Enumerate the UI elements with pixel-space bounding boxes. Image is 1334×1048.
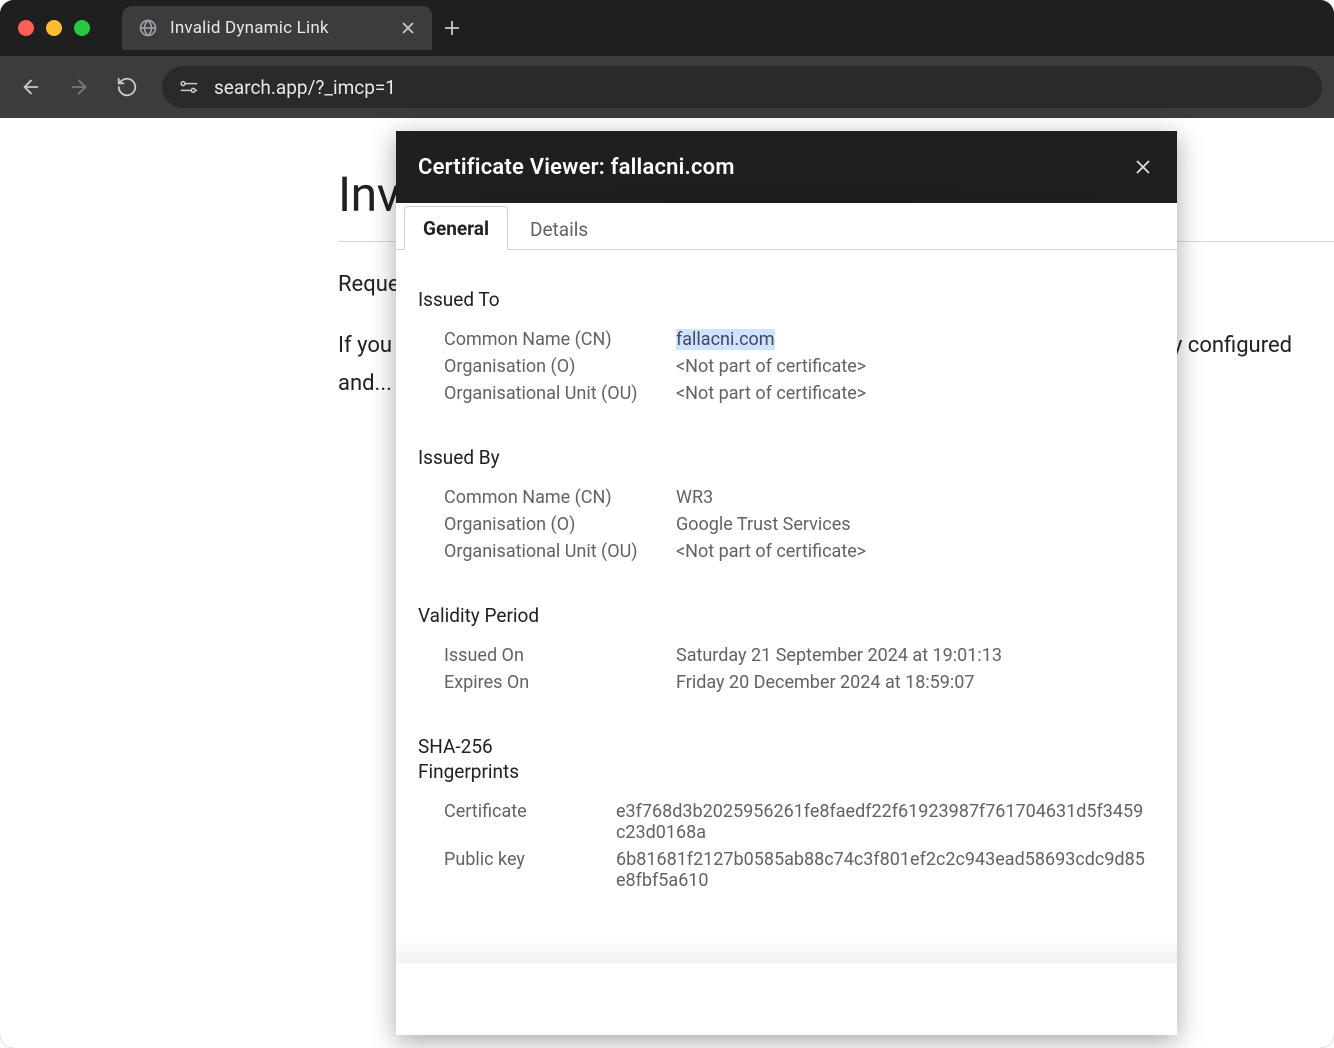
cert-fp-label: Certificate <box>444 801 616 843</box>
globe-icon <box>138 18 158 38</box>
fingerprints-heading: Fingerprints <box>418 760 1149 783</box>
forward-button[interactable] <box>60 68 98 106</box>
validity-heading: Validity Period <box>418 604 1149 627</box>
issued-by-heading: Issued By <box>418 446 1149 469</box>
cn-value: WR3 <box>676 487 1149 508</box>
ou-value: <Not part of certificate> <box>676 383 1149 404</box>
window-maximize-button[interactable] <box>74 20 90 36</box>
sha256-heading: SHA-256 <box>418 735 1149 758</box>
cert-body: Issued To Common Name (CN) fallacni.com … <box>396 250 1177 937</box>
close-icon[interactable] <box>398 18 418 38</box>
o-value: Google Trust Services <box>676 514 1149 535</box>
o-label: Organisation (O) <box>444 356 676 377</box>
close-icon[interactable] <box>1129 153 1157 181</box>
issued-on-value: Saturday 21 September 2024 at 19:01:13 <box>676 645 1149 666</box>
cert-title: Certificate Viewer: fallacni.com <box>418 155 735 180</box>
o-label: Organisation (O) <box>444 514 676 535</box>
ou-value: <Not part of certificate> <box>676 541 1149 562</box>
issued-to-heading: Issued To <box>418 288 1149 311</box>
expires-on-value: Friday 20 December 2024 at 18:59:07 <box>676 672 1149 693</box>
ou-label: Organisational Unit (OU) <box>444 541 676 562</box>
cn-label: Common Name (CN) <box>444 487 676 508</box>
address-bar[interactable]: search.app/?_imcp=1 <box>162 66 1322 108</box>
cert-header: Certificate Viewer: fallacni.com <box>396 131 1177 203</box>
cn-label: Common Name (CN) <box>444 329 676 350</box>
reload-button[interactable] <box>108 68 146 106</box>
pubkey-fp-label: Public key <box>444 849 616 891</box>
new-tab-button[interactable] <box>432 19 472 37</box>
cert-tabs: General Details <box>396 203 1177 250</box>
pubkey-fp-value: 6b81681f2127b0585ab88c74c3f801ef2c2c943e… <box>616 849 1149 891</box>
window-close-button[interactable] <box>18 20 34 36</box>
cert-fp-value: e3f768d3b2025956261fe8faedf22f61923987f7… <box>616 801 1149 843</box>
issued-on-label: Issued On <box>444 645 676 666</box>
certificate-viewer: Certificate Viewer: fallacni.com General… <box>396 131 1177 1035</box>
tab-title: Invalid Dynamic Link <box>170 18 386 38</box>
tab-strip: Invalid Dynamic Link <box>0 0 1334 56</box>
site-settings-icon[interactable] <box>178 78 200 96</box>
window-minimize-button[interactable] <box>46 20 62 36</box>
cn-value: fallacni.com <box>676 329 1149 350</box>
toolbar: search.app/?_imcp=1 <box>0 56 1334 118</box>
tab-general[interactable]: General <box>404 206 508 250</box>
ou-label: Organisational Unit (OU) <box>444 383 676 404</box>
o-value: <Not part of certificate> <box>676 356 1149 377</box>
tab-details[interactable]: Details <box>512 208 606 250</box>
expires-on-label: Expires On <box>444 672 676 693</box>
window-controls <box>18 20 90 36</box>
back-button[interactable] <box>12 68 50 106</box>
tab[interactable]: Invalid Dynamic Link <box>122 6 432 50</box>
url-text: search.app/?_imcp=1 <box>214 76 396 99</box>
